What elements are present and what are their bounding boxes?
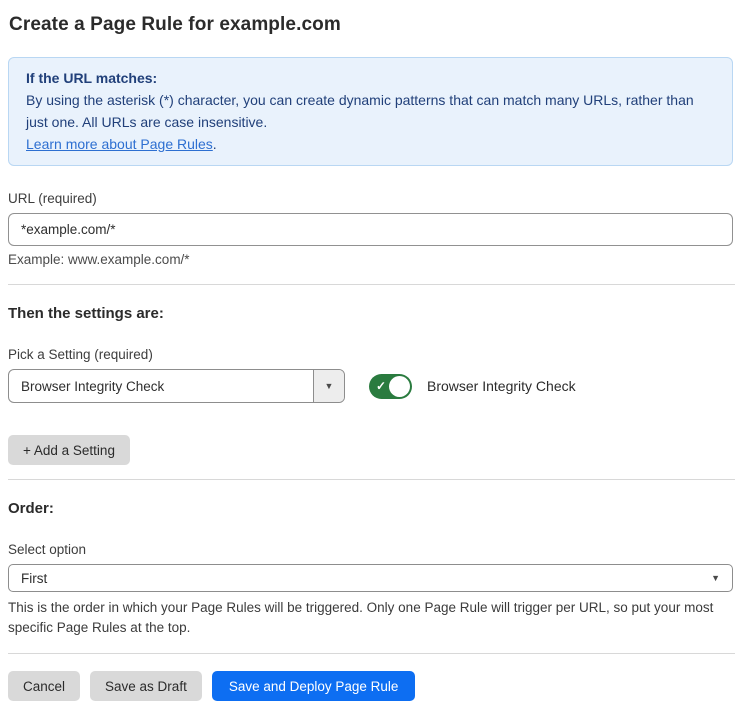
save-as-draft-button[interactable]: Save as Draft	[90, 671, 202, 701]
setting-row: Browser Integrity Check ▼ ✓ Browser Inte…	[8, 369, 735, 403]
link-suffix: .	[213, 136, 217, 152]
page-rule-form: Create a Page Rule for example.com If th…	[8, 0, 735, 701]
divider	[8, 284, 735, 285]
divider	[8, 653, 735, 654]
info-box-link-line: Learn more about Page Rules.	[26, 133, 715, 155]
info-box-body: By using the asterisk (*) character, you…	[26, 89, 715, 133]
divider	[8, 479, 735, 480]
footer-actions: Cancel Save as Draft Save and Deploy Pag…	[8, 671, 735, 701]
browser-integrity-toggle[interactable]: ✓	[369, 374, 412, 399]
setting-select[interactable]: Browser Integrity Check ▼	[8, 369, 345, 403]
add-setting-button[interactable]: + Add a Setting	[8, 435, 130, 465]
check-icon: ✓	[376, 378, 386, 395]
setting-picker-label: Pick a Setting (required)	[8, 347, 735, 362]
setting-select-arrow-button[interactable]: ▼	[313, 370, 344, 402]
page-title: Create a Page Rule for example.com	[9, 14, 735, 36]
order-select-label: Select option	[8, 542, 735, 557]
url-field-label: URL (required)	[8, 191, 735, 206]
toggle-label: Browser Integrity Check	[427, 378, 576, 394]
settings-section-heading: Then the settings are:	[8, 305, 735, 322]
order-select[interactable]: First ▼	[8, 564, 733, 592]
save-and-deploy-button[interactable]: Save and Deploy Page Rule	[212, 671, 416, 701]
url-example-hint: Example: www.example.com/*	[8, 252, 735, 267]
chevron-down-icon: ▼	[711, 573, 720, 583]
order-help-text: This is the order in which your Page Rul…	[8, 598, 728, 638]
order-select-value: First	[21, 571, 47, 586]
toggle-knob	[389, 376, 410, 397]
url-input[interactable]	[8, 213, 733, 246]
cancel-button[interactable]: Cancel	[8, 671, 80, 701]
setting-select-value: Browser Integrity Check	[9, 370, 313, 402]
url-match-info-box: If the URL matches: By using the asteris…	[8, 57, 733, 166]
info-box-heading: If the URL matches:	[26, 67, 715, 89]
learn-more-link[interactable]: Learn more about Page Rules	[26, 136, 213, 152]
chevron-down-icon: ▼	[325, 381, 334, 391]
order-section-heading: Order:	[8, 500, 735, 517]
